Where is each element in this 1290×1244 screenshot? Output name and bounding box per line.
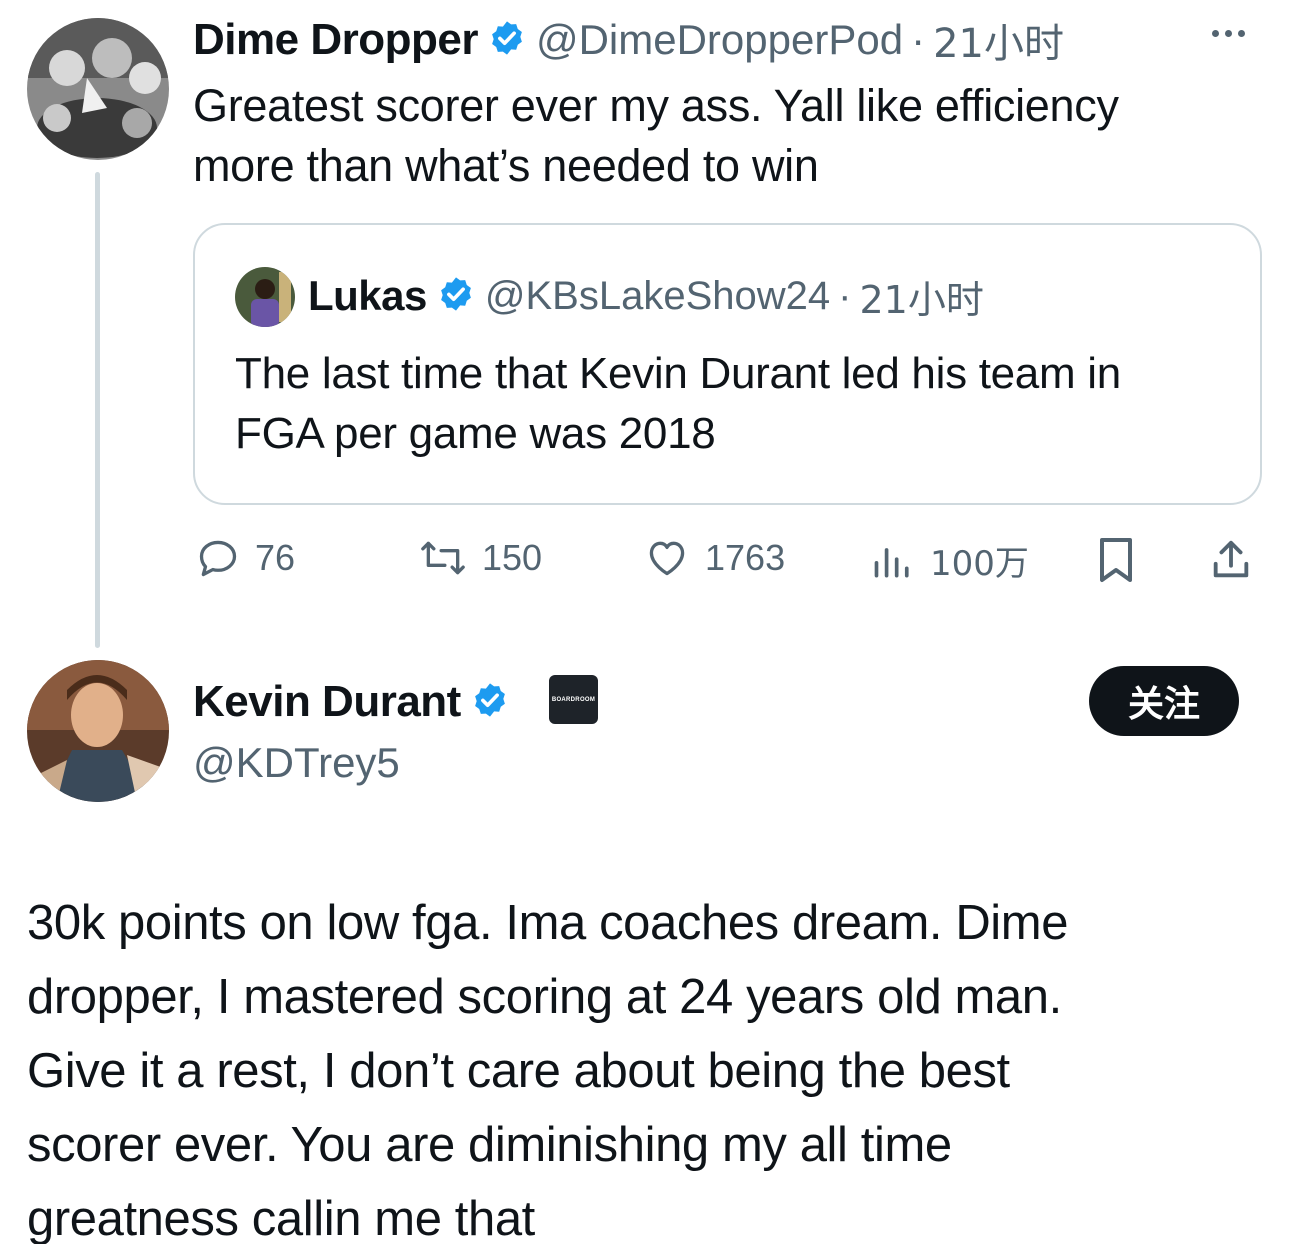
author-handle[interactable]: @KDTrey5 xyxy=(193,739,400,787)
author-handle[interactable]: @DimeDropperPod xyxy=(536,16,903,64)
text-line: 30k points on low fga. Ima coaches dream… xyxy=(27,896,1069,950)
cartoon-character-icon xyxy=(27,660,169,802)
text-line: dropper, I mastered scoring at 24 years … xyxy=(27,970,1062,1024)
reply-count: 76 xyxy=(255,537,296,578)
reply-button[interactable]: 76 xyxy=(195,536,295,580)
dime-dropper-avatar[interactable] xyxy=(27,18,169,160)
like-count: 1763 xyxy=(705,537,786,578)
separator-dot: · xyxy=(911,16,926,63)
quoted-author-name: Lukas xyxy=(308,272,427,319)
parent-tweet-text: Greatest scorer ever my ass. Yall like e… xyxy=(193,76,1119,196)
follow-button[interactable]: 关注 xyxy=(1089,666,1239,736)
tweet-time[interactable]: 21小时 xyxy=(933,11,1064,69)
author-name[interactable]: Kevin Durant xyxy=(193,677,461,727)
person-photo-icon xyxy=(235,267,295,327)
kevin-durant-avatar[interactable] xyxy=(27,660,169,802)
share-icon xyxy=(1213,540,1249,578)
quoted-tweet-header: Lukas @KBsLakeShow24 · 21小时 xyxy=(308,271,984,322)
main-tweet-header: Kevin Durant xyxy=(193,676,519,728)
views-count: 100万 xyxy=(930,544,1029,584)
tweet-action-bar: 76 150 1763 100万 xyxy=(0,528,1290,588)
text-line: The last time that Kevin Durant led his … xyxy=(235,349,1121,398)
main-tweet-handle-row: @KDTrey5 xyxy=(193,737,400,789)
verified-badge-icon xyxy=(437,275,475,318)
like-button[interactable]: 1763 xyxy=(643,536,785,580)
crowd-photo-icon xyxy=(27,18,169,160)
main-tweet-text: 30k points on low fga. Ima coaches dream… xyxy=(27,886,1068,1244)
text-line: FGA per game was 2018 xyxy=(235,409,716,458)
affiliate-badge-logo[interactable]: BOARDROOM xyxy=(549,675,598,724)
views-button[interactable]: 100万 xyxy=(870,536,1029,585)
quoted-author-handle: @KBsLakeShow24 xyxy=(484,273,831,318)
bookmark-button[interactable] xyxy=(1095,536,1151,584)
bookmark-icon xyxy=(1100,538,1132,582)
text-line: Give it a rest, I don’t care about being… xyxy=(27,1044,1010,1098)
text-line: greatness callin me that xyxy=(27,1192,535,1244)
separator-dot: · xyxy=(838,273,852,318)
analytics-icon xyxy=(874,547,909,577)
verified-badge-icon xyxy=(488,19,526,62)
text-line: Greatest scorer ever my ass. Yall like e… xyxy=(193,80,1119,131)
verified-badge-icon xyxy=(471,681,509,724)
text-line: scorer ever. You are diminishing my all … xyxy=(27,1118,952,1172)
retweet-button[interactable]: 150 xyxy=(418,536,542,580)
share-button[interactable] xyxy=(1208,536,1268,584)
lukas-avatar xyxy=(235,267,295,327)
retweet-icon xyxy=(421,541,465,575)
parent-tweet-header: Dime Dropper @DimeDropperPod · 21小时 xyxy=(193,11,1064,69)
heart-icon xyxy=(649,541,685,576)
retweet-count: 150 xyxy=(482,537,543,578)
reply-icon xyxy=(199,540,237,577)
quoted-tweet-text: The last time that Kevin Durant led his … xyxy=(235,344,1121,464)
more-options-icon[interactable] xyxy=(1212,30,1245,37)
text-line: more than what’s needed to win xyxy=(193,140,819,191)
quoted-tweet-time: 21小时 xyxy=(859,277,984,322)
author-name[interactable]: Dime Dropper xyxy=(193,15,478,65)
